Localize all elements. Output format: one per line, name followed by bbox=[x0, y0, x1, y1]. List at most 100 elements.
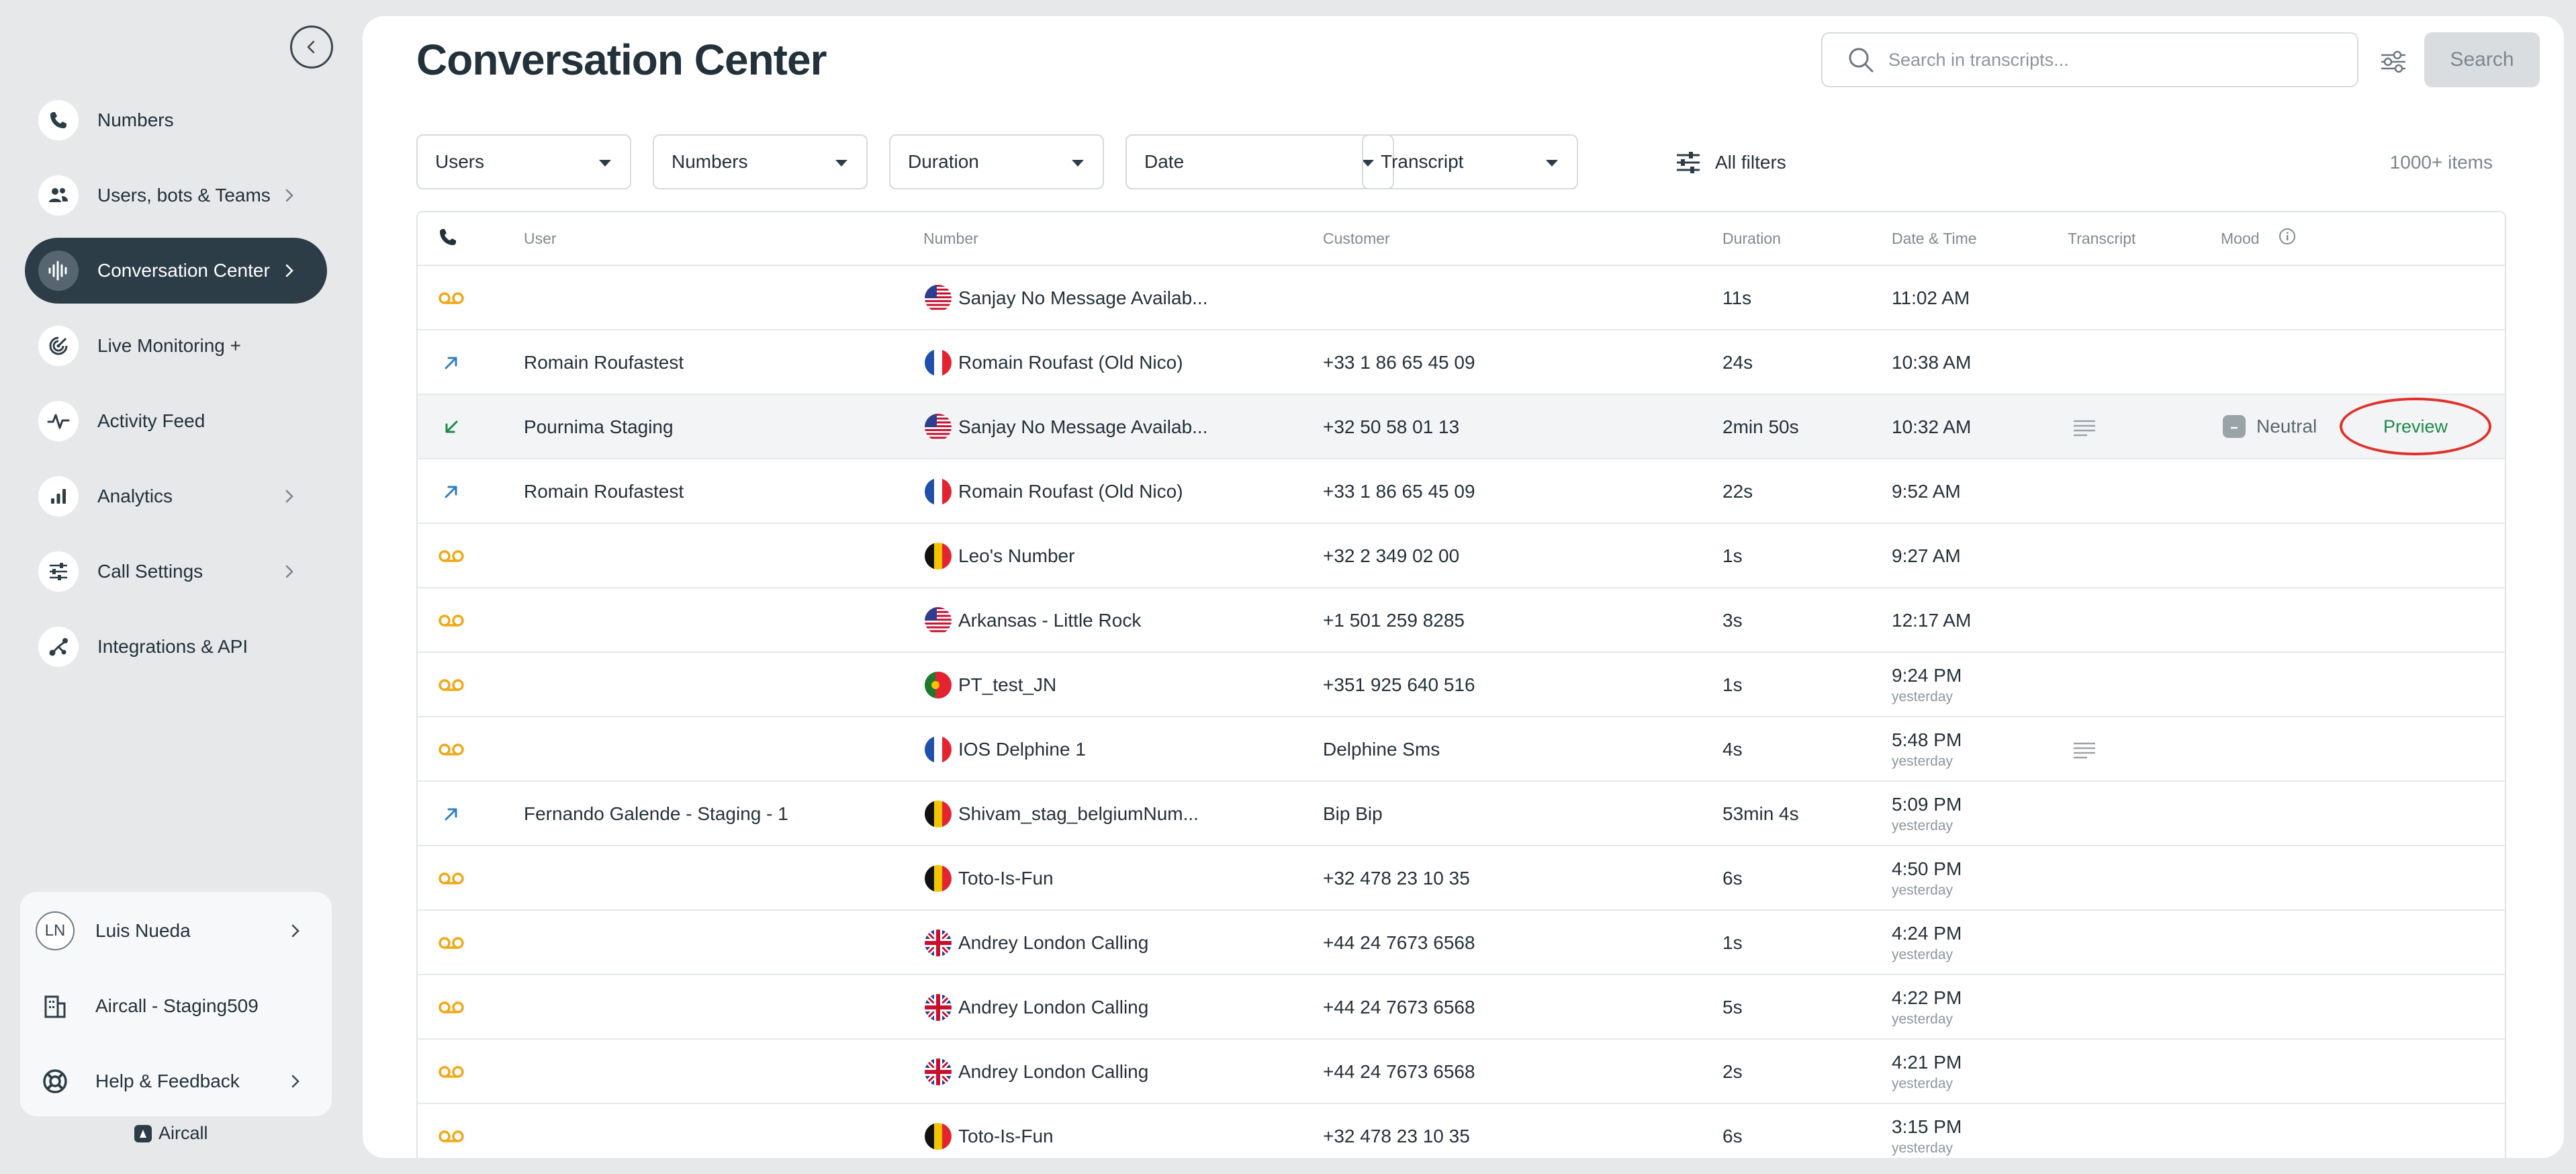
flag-fr-icon bbox=[925, 478, 952, 505]
table-row[interactable]: Toto-Is-Fun +32 478 23 10 35 6s 3:15 PM yest… bbox=[418, 1104, 2505, 1158]
chevron-right-icon bbox=[281, 187, 297, 204]
collapse-sidebar-button[interactable] bbox=[290, 26, 333, 69]
row-time: 4:50 PM bbox=[1892, 858, 1962, 879]
outbound-call-icon bbox=[438, 481, 465, 502]
row-number[interactable]: Shivam_stag_belgiumNum... bbox=[958, 803, 1199, 825]
row-duration: 1s bbox=[1722, 674, 1743, 695]
flag-gb-icon bbox=[925, 994, 952, 1021]
row-number[interactable]: Leo's Number bbox=[958, 545, 1074, 567]
sidebar-item-label: Integrations & API bbox=[97, 636, 248, 657]
user-profile-item[interactable]: LN Luis Nueda bbox=[35, 904, 324, 958]
row-customer: Delphine Sms bbox=[1323, 739, 1440, 760]
row-time: 9:24 PM bbox=[1892, 665, 1962, 686]
row-number[interactable]: Arkansas - Little Rock bbox=[958, 610, 1141, 631]
all-filters-button[interactable]: All filters bbox=[1673, 148, 1786, 177]
voicemail-icon bbox=[438, 1061, 465, 1083]
row-number[interactable]: Andrey London Calling bbox=[958, 997, 1148, 1018]
column-date-time[interactable]: Date & Time bbox=[1892, 230, 1977, 248]
row-number[interactable]: Romain Roufast (Old Nico) bbox=[958, 481, 1183, 502]
row-number[interactable]: Sanjay No Message Availab... bbox=[958, 287, 1207, 309]
table-row[interactable]: Fernando Galende - Staging - 1 Shivam_sta… bbox=[418, 782, 2505, 846]
chevron-right-icon bbox=[287, 923, 304, 939]
sidebar-item-activity-feed[interactable]: Activity Feed bbox=[25, 388, 327, 454]
aircall-brand: Aircall bbox=[134, 1123, 208, 1144]
flag-gb-icon bbox=[925, 930, 952, 956]
sidebar-item-users-bots-teams[interactable]: Users, bots & Teams bbox=[25, 163, 327, 228]
transcript-icon[interactable] bbox=[2071, 418, 2098, 438]
sidebar-item-conversation-center[interactable]: Conversation Center bbox=[25, 238, 327, 304]
sidebar-item-live-monitoring[interactable]: Live Monitoring + bbox=[25, 313, 327, 379]
row-number[interactable]: Romain Roufast (Old Nico) bbox=[958, 352, 1183, 373]
sidebar-item-call-settings[interactable]: Call Settings bbox=[25, 539, 327, 604]
filter-users-dropdown[interactable]: Users bbox=[416, 134, 631, 189]
filter-duration-dropdown[interactable]: Duration bbox=[889, 134, 1104, 189]
sidebar-item-numbers[interactable]: Numbers bbox=[25, 87, 327, 153]
search-icon bbox=[1845, 44, 1876, 75]
preview-button[interactable]: Preview bbox=[2340, 398, 2491, 455]
row-day: yesterday bbox=[1892, 1076, 1953, 1091]
flag-be-icon bbox=[925, 1123, 952, 1150]
company-item[interactable]: Aircall - Staging509 bbox=[35, 979, 324, 1033]
filter-date-dropdown[interactable]: Date bbox=[1125, 134, 1394, 189]
table-row[interactable]: Pournima Staging Sanjay No Message Availa… bbox=[418, 395, 2505, 459]
sidebar-item-label: Call Settings bbox=[97, 561, 203, 582]
row-time: 5:48 PM bbox=[1892, 729, 1962, 750]
column-duration[interactable]: Duration bbox=[1722, 230, 1781, 248]
account-card: LN Luis Nueda Aircall - Staging509 Help … bbox=[20, 892, 332, 1116]
search-button[interactable]: Search bbox=[2424, 32, 2540, 87]
table-row[interactable]: Sanjay No Message Availab... 11s 11:02 AM bbox=[418, 266, 2505, 330]
table-row[interactable]: Andrey London Calling +44 24 7673 6568 2s 4… bbox=[418, 1040, 2505, 1104]
row-number[interactable]: Andrey London Calling bbox=[958, 932, 1148, 954]
sidebar-item-analytics[interactable]: Analytics bbox=[25, 463, 327, 529]
row-number[interactable]: Toto-Is-Fun bbox=[958, 1126, 1054, 1147]
column-mood[interactable]: Mood bbox=[2221, 230, 2260, 248]
row-time: 9:27 AM bbox=[1892, 545, 1961, 566]
table-row[interactable]: Romain Roufastest Romain Roufast (Old Nic… bbox=[418, 330, 2505, 395]
row-day: yesterday bbox=[1892, 818, 1953, 833]
filter-label: Transcript bbox=[1381, 151, 1464, 172]
row-number[interactable]: Andrey London Calling bbox=[958, 1061, 1148, 1083]
row-customer: +32 50 58 01 13 bbox=[1323, 416, 1460, 437]
flag-us-icon bbox=[925, 607, 952, 634]
table-row[interactable]: Arkansas - Little Rock +1 501 259 8285 3s 1… bbox=[418, 588, 2505, 653]
conversations-table: User Number Customer Duration Date & Tim… bbox=[416, 211, 2506, 1158]
table-row[interactable]: Leo's Number +32 2 349 02 00 1s 9:27 AM bbox=[418, 524, 2505, 588]
column-customer[interactable]: Customer bbox=[1323, 230, 1390, 248]
sidebar-item-label: Users, bots & Teams bbox=[97, 185, 271, 206]
help-feedback-item[interactable]: Help & Feedback bbox=[35, 1054, 324, 1108]
row-duration: 2min 50s bbox=[1722, 416, 1799, 437]
info-icon[interactable] bbox=[2278, 227, 2297, 250]
filter-settings-icon[interactable] bbox=[2377, 46, 2409, 78]
row-number[interactable]: Toto-Is-Fun bbox=[958, 868, 1054, 889]
sidebar: Numbers Users, bots & Teams Conversation C… bbox=[0, 0, 363, 1174]
table-row[interactable]: IOS Delphine 1 Delphine Sms 4s 5:48 PM yeste… bbox=[418, 717, 2505, 782]
column-user[interactable]: User bbox=[524, 230, 557, 248]
voicemail-icon bbox=[438, 545, 465, 567]
row-time: 10:38 AM bbox=[1892, 352, 1972, 373]
column-transcript[interactable]: Transcript bbox=[2068, 230, 2135, 248]
avatar: LN bbox=[36, 911, 75, 950]
row-duration: 22s bbox=[1722, 481, 1753, 502]
row-customer: +32 2 349 02 00 bbox=[1323, 545, 1460, 566]
row-number[interactable]: IOS Delphine 1 bbox=[958, 739, 1086, 760]
row-customer: Bip Bip bbox=[1323, 803, 1383, 824]
row-day: yesterday bbox=[1892, 947, 1953, 962]
table-row[interactable]: Andrey London Calling +44 24 7673 6568 5s 4… bbox=[418, 975, 2505, 1040]
sidebar-item-integrations-api[interactable]: Integrations & API bbox=[25, 614, 327, 680]
transcript-icon[interactable] bbox=[2071, 740, 2098, 760]
table-row[interactable]: PT_test_JN +351 925 640 516 1s 9:24 PM yeste… bbox=[418, 653, 2505, 717]
table-row[interactable]: Toto-Is-Fun +32 478 23 10 35 6s 4:50 PM yest… bbox=[418, 846, 2505, 911]
row-number[interactable]: Sanjay No Message Availab... bbox=[958, 416, 1207, 438]
filter-transcript-dropdown[interactable]: Transcript bbox=[1362, 134, 1578, 189]
table-row[interactable]: Romain Roufastest Romain Roufast (Old Nic… bbox=[418, 459, 2505, 524]
filter-numbers-dropdown[interactable]: Numbers bbox=[653, 134, 868, 189]
sidebar-item-label: Activity Feed bbox=[97, 410, 205, 431]
row-time: 10:32 AM bbox=[1892, 416, 1972, 437]
row-number[interactable]: PT_test_JN bbox=[958, 674, 1056, 696]
voicemail-icon bbox=[438, 739, 465, 760]
table-row[interactable]: Andrey London Calling +44 24 7673 6568 1s 4… bbox=[418, 911, 2505, 975]
voicemail-icon bbox=[438, 674, 465, 696]
search-input[interactable] bbox=[1888, 49, 2345, 71]
column-number[interactable]: Number bbox=[923, 230, 978, 248]
table-header: User Number Customer Duration Date & Tim… bbox=[418, 212, 2505, 266]
